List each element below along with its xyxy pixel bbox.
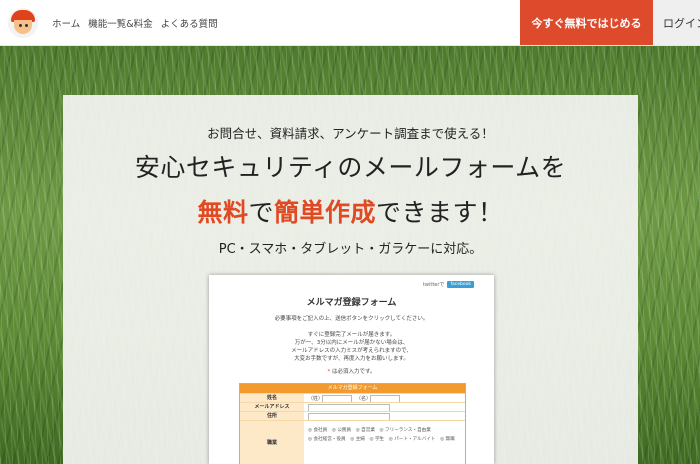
required-mark: * xyxy=(327,369,331,375)
hero-panel: お問合せ、資料請求、アンケート調査まで使える！ 安心セキュリティのメールフォーム… xyxy=(63,95,638,464)
mockup-form: メルマガ登録フォーム 姓名 （姓） （名） メールアドレス 住所 職業 ◎ 会社… xyxy=(239,383,466,464)
mockup-intro: すぐに登録完了メールが届きます。 xyxy=(307,332,396,338)
twitter-share: twitterで xyxy=(422,282,445,288)
login-button[interactable]: ログイン xyxy=(653,0,700,45)
top-header: ホーム 機能一覧&料金 よくある質問 今すぐ無料ではじめる ログイン xyxy=(0,0,700,46)
hero-headline-line2: 無料で簡単作成できます！ xyxy=(63,193,638,229)
main-nav: ホーム 機能一覧&料金 よくある質問 xyxy=(52,16,218,30)
mockup-intro: 大変お手数ですが、再度入力をお願いします。 xyxy=(294,356,409,362)
share-buttons: twitterで facebook xyxy=(423,281,474,288)
field-hint: （姓） xyxy=(308,396,324,402)
headline-de: で xyxy=(248,198,274,227)
occupation-options: ◎ 会社経営・役員 ◎ 主婦 ◎ 学生 ◎ パート・アルバイト ◎ 無職 xyxy=(308,437,455,442)
required-note-text: は必須入力です。 xyxy=(332,369,376,375)
form-row-occupation: 職業 ◎ 会社員 ◎ 公務員 ◎ 自営業 ◎ フリーランス・自由業 ◎ 会社経営… xyxy=(240,420,465,464)
logo-icon[interactable] xyxy=(8,8,38,38)
nav-features-pricing[interactable]: 機能一覧&料金 xyxy=(88,16,152,30)
hero-headline-line1: 安心セキュリティのメールフォームを xyxy=(134,153,567,182)
mockup-title: メルマガ登録フォーム xyxy=(306,298,397,308)
nav-faq[interactable]: よくある質問 xyxy=(161,16,218,30)
required-note: * は必須入力です。 xyxy=(209,367,494,375)
occupation-options: ◎ 会社員 ◎ 公務員 ◎ 自営業 ◎ フリーランス・自由業 xyxy=(308,428,431,433)
headline-free: 無料 xyxy=(197,198,249,227)
nav-home[interactable]: ホーム xyxy=(52,16,80,30)
form-label: 職業 xyxy=(240,421,304,464)
mockup-form-header: メルマガ登録フォーム xyxy=(240,384,465,393)
facebook-share: facebook xyxy=(447,281,474,288)
mockup-intro: メールアドレスの入力ミスが考えられますので、 xyxy=(291,348,412,354)
headline-dekimasu: できます！ xyxy=(376,198,504,227)
mockup-intro: 万が一、3分以内にメールが届かない場合は、 xyxy=(294,340,409,346)
device-compat-text: PC・スマホ・タブレット・ガラケーに対応。 xyxy=(218,242,483,257)
mockup-intro: 必要事項をご記入の上、送信ボタンをクリックしてください。 xyxy=(274,316,429,322)
field-hint: （名） xyxy=(356,396,372,402)
headline-easy-create: 簡単作成 xyxy=(274,198,377,227)
form-mockup-image: twitterで facebook メルマガ登録フォーム 必要事項をご記入の上、… xyxy=(209,275,494,464)
start-free-button[interactable]: 今すぐ無料ではじめる xyxy=(520,0,653,45)
hero-subheading: お問合せ、資料請求、アンケート調査まで使える！ xyxy=(207,126,494,141)
